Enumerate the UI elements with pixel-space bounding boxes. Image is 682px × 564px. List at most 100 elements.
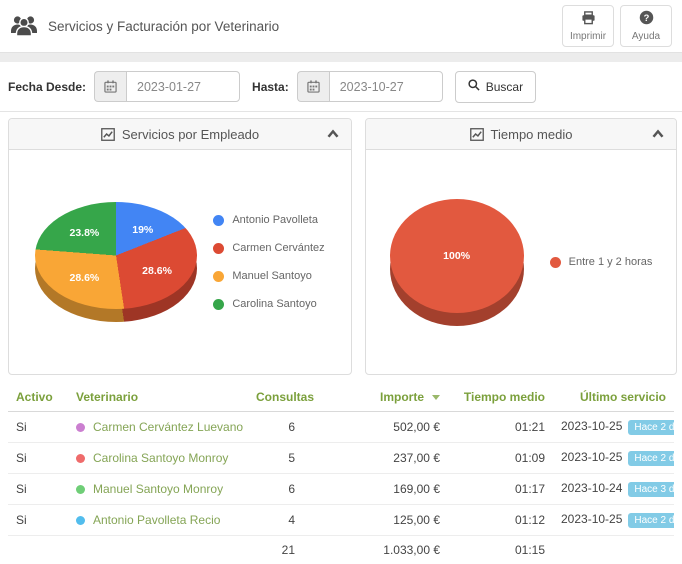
col-veterinario[interactable]: Veterinario xyxy=(68,383,248,412)
pie-chart-servicios: 19% 28.6% 28.6% 23.8% xyxy=(35,202,197,322)
search-button-label: Buscar xyxy=(486,80,523,94)
help-button-label: Ayuda xyxy=(632,31,660,42)
help-icon: ? xyxy=(639,10,654,28)
veterinario-link[interactable]: Carolina Santoyo Monroy xyxy=(93,451,228,465)
pie-slice-labels: 100% xyxy=(390,199,524,313)
days-ago-badge: Hace 2 días xyxy=(628,451,674,466)
veterinario-link[interactable]: Antonio Pavolleta Recio xyxy=(93,513,220,527)
cell-ultimo-servicio: 2023-10-24Hace 3 días xyxy=(553,474,674,505)
legend-label: Antonio Pavolleta xyxy=(232,214,318,226)
cell-ultimo-servicio: 2023-10-25Hace 2 días xyxy=(553,412,674,443)
calendar-icon[interactable] xyxy=(297,71,329,102)
search-button[interactable]: Buscar xyxy=(455,71,536,103)
totals-ultimo-servicio xyxy=(553,536,674,564)
legend-label: Entre 1 y 2 horas xyxy=(569,256,653,268)
days-ago-badge: Hace 2 días xyxy=(628,420,674,435)
totals-veterinario xyxy=(68,536,248,564)
panel-body: 100% Entre 1 y 2 horas xyxy=(366,150,676,374)
cell-activo: Si xyxy=(8,474,68,505)
pie-slice-label: 100% xyxy=(443,250,470,262)
days-ago-badge: Hace 2 días xyxy=(628,513,674,528)
calendar-icon[interactable] xyxy=(94,71,126,102)
legend-item[interactable]: Antonio Pavolleta xyxy=(213,214,324,226)
panel-servicios-por-empleado: Servicios por Empleado 19% 28.6% 28.6% 23.8… xyxy=(8,118,352,375)
veterinario-link[interactable]: Manuel Santoyo Monroy xyxy=(93,482,223,496)
chart-legend: Antonio Pavolleta Carmen Cervántez Manuel … xyxy=(213,214,324,310)
print-button-label: Imprimir xyxy=(570,31,606,42)
table-row: SiManuel Santoyo Monroy6169,00 €01:17202… xyxy=(8,474,674,505)
legend-item[interactable]: Carolina Santoyo xyxy=(213,298,324,310)
page-title: Servicios y Facturación por Veterinario xyxy=(48,19,279,34)
table-row: SiCarmen Cervántez Luevano6502,00 €01:21… xyxy=(8,412,674,443)
panel-header: Tiempo medio xyxy=(366,119,676,150)
search-icon xyxy=(468,79,480,94)
top-navbar: Servicios y Facturación por Veterinario … xyxy=(0,0,682,52)
col-consultas[interactable]: Consultas xyxy=(248,383,303,412)
cell-tiempo-medio: 01:09 xyxy=(448,443,553,474)
svg-text:?: ? xyxy=(643,13,649,23)
legend-item[interactable]: Manuel Santoyo xyxy=(213,270,324,282)
chart-icon xyxy=(101,128,115,141)
table-row: Si Carolina Santoyo Monroy 5237,00 €01:092… xyxy=(8,443,674,474)
totals-importe: 1.033,00 € xyxy=(303,536,448,564)
totals-activo xyxy=(8,536,68,564)
legend-item[interactable]: Carmen Cervántez xyxy=(213,242,324,254)
cell-consultas: 5 xyxy=(248,443,303,474)
cell-tiempo-medio: 01:12 xyxy=(448,505,553,536)
cell-tiempo-medio: 01:21 xyxy=(448,412,553,443)
col-importe[interactable]: Importe xyxy=(303,383,448,412)
panel-tiempo-medio: Tiempo medio 100% Entre 1 y 2 horas xyxy=(365,118,677,375)
date-from-label: Fecha Desde: xyxy=(8,80,86,94)
date-to-label: Hasta: xyxy=(252,80,289,94)
veterinarios-table: Activo Veterinario Consultas Importe Tie… xyxy=(8,383,674,564)
panel-body: 19% 28.6% 28.6% 23.8% Antonio Pavolleta Carm… xyxy=(9,150,351,374)
totals-consultas: 21 xyxy=(248,536,303,564)
chart-icon xyxy=(470,128,484,141)
totals-row: 21 1.033,00 € 01:15 xyxy=(8,536,674,564)
cell-activo: Si xyxy=(8,443,68,474)
navbar-actions: Imprimir ? Ayuda xyxy=(562,5,672,47)
days-ago-badge: Hace 3 días xyxy=(628,482,674,497)
cell-consultas: 6 xyxy=(248,474,303,505)
cell-ultimo-servicio: 2023-10-25Hace 2 días xyxy=(553,505,674,536)
col-activo[interactable]: Activo xyxy=(8,383,68,412)
date-from-group xyxy=(94,71,240,102)
panel-title: Tiempo medio xyxy=(491,127,573,142)
legend-color-dot xyxy=(550,257,561,268)
cell-importe: 169,00 € xyxy=(303,474,448,505)
pie-slice-label: 19% xyxy=(132,224,153,236)
cell-veterinario: Manuel Santoyo Monroy xyxy=(68,474,248,505)
pie-slice-labels: 19% 28.6% 28.6% 23.8% xyxy=(35,202,197,309)
pie-slice-label: 28.6% xyxy=(69,272,99,284)
col-ultimo-servicio[interactable]: Último servicio xyxy=(553,383,674,412)
help-button[interactable]: ? Ayuda xyxy=(620,5,672,47)
print-button[interactable]: Imprimir xyxy=(562,5,614,47)
cell-importe: 237,00 € xyxy=(303,443,448,474)
col-tiempo-medio[interactable]: Tiempo medio xyxy=(448,383,553,412)
legend-label: Manuel Santoyo xyxy=(232,270,312,282)
table-body: SiCarmen Cervántez Luevano6502,00 €01:21… xyxy=(8,412,674,536)
collapse-chevron-up-icon[interactable] xyxy=(327,129,339,138)
vet-color-dot xyxy=(76,485,85,494)
legend-color-dot xyxy=(213,243,224,254)
legend-color-dot xyxy=(213,271,224,282)
chart-legend: Entre 1 y 2 horas xyxy=(550,256,653,268)
cell-consultas: 4 xyxy=(248,505,303,536)
vet-color-dot xyxy=(76,454,85,463)
legend-label: Carolina Santoyo xyxy=(232,298,316,310)
pie-slice-label: 23.8% xyxy=(69,227,99,239)
pie-slice-label: 28.6% xyxy=(142,265,172,277)
panel-header: Servicios por Empleado xyxy=(9,119,351,150)
legend-item[interactable]: Entre 1 y 2 horas xyxy=(550,256,653,268)
cell-consultas: 6 xyxy=(248,412,303,443)
legend-color-dot xyxy=(213,299,224,310)
cell-ultimo-servicio: 2023-10-25Hace 2 días xyxy=(553,443,674,474)
date-to-input[interactable] xyxy=(329,71,443,102)
printer-icon xyxy=(581,11,596,28)
collapse-chevron-up-icon[interactable] xyxy=(652,129,664,138)
vet-color-dot xyxy=(76,516,85,525)
veterinario-link[interactable]: Carmen Cervántez Luevano xyxy=(93,420,243,434)
date-from-input[interactable] xyxy=(126,71,240,102)
vet-color-dot xyxy=(76,423,85,432)
cell-veterinario: Carmen Cervántez Luevano xyxy=(68,412,248,443)
